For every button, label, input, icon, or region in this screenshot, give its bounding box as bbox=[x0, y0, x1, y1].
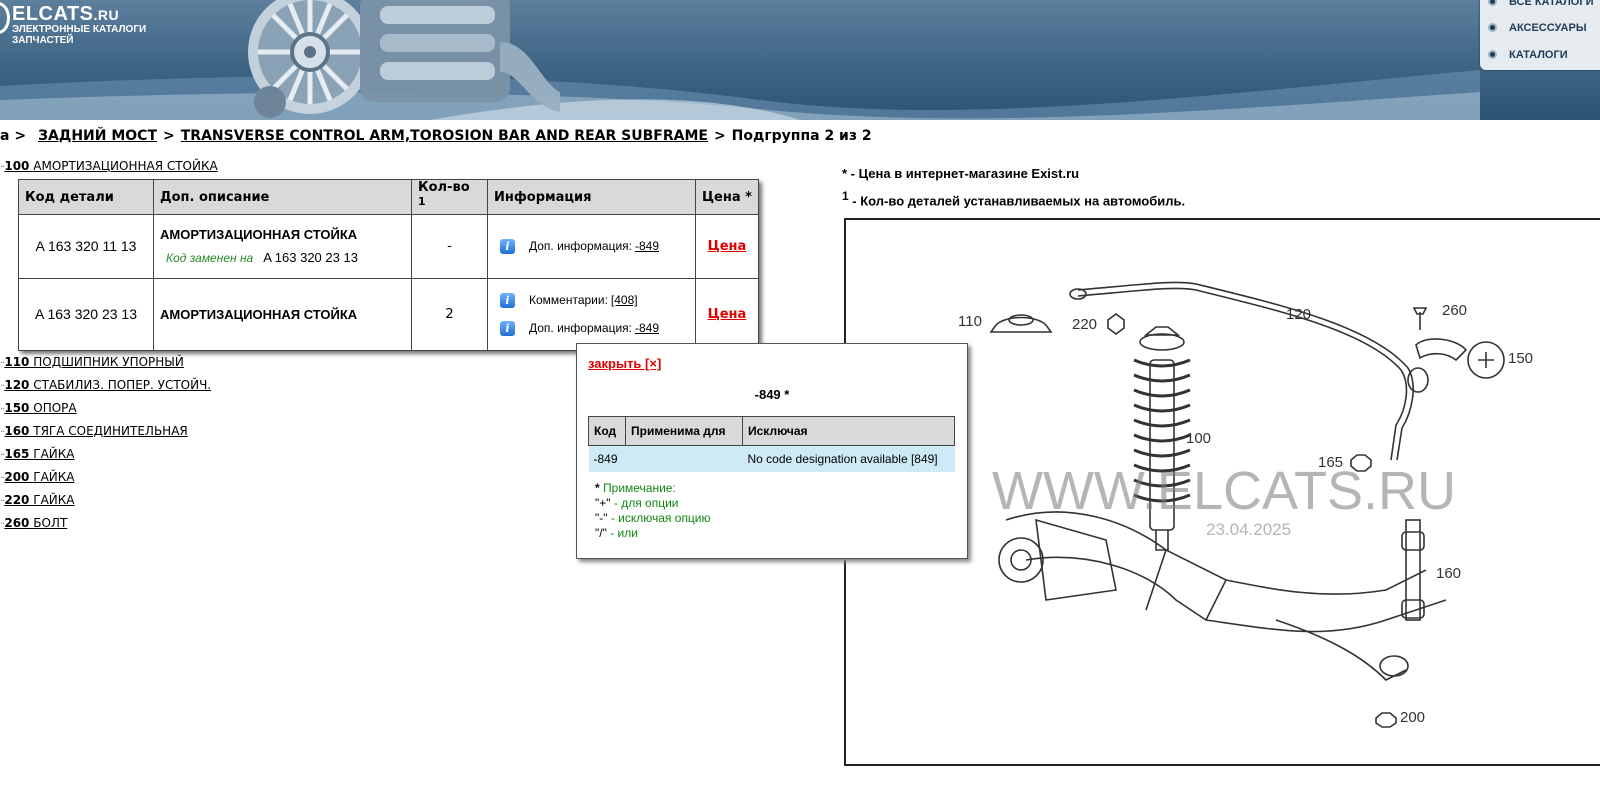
site-header: ELCATS.RU ЭЛЕКТРОННЫЕ КАТАЛОГИ ЗАПЧАСТЕЙ… bbox=[0, 0, 1600, 120]
breadcrumb-link-rear-axle[interactable]: ЗАДНИЙ МОСТ bbox=[38, 128, 157, 144]
subgroup-link-165[interactable]: 165 ГАЙКА bbox=[4, 447, 74, 461]
callout-120[interactable]: 120 bbox=[1286, 306, 1311, 323]
breadcrumb: a > ЗАДНИЙ МОСТ > TRANSVERSE CONTROL ARM,TO… bbox=[0, 128, 872, 144]
bullet-icon bbox=[1488, 50, 1497, 59]
top-navigation: ВСЕ КАТАЛОГИ АКСЕССУАРЫ КАТАЛОГИ bbox=[1480, 0, 1600, 70]
info-icon[interactable]: i bbox=[500, 292, 515, 308]
subgroup-link-220[interactable]: 220 ГАЙКА bbox=[4, 493, 74, 507]
topnav-item-all-catalogs[interactable]: ВСЕ КАТАЛОГИ bbox=[1488, 0, 1594, 12]
callout-200[interactable]: 200 bbox=[1400, 709, 1425, 726]
popup-table: Код Применима для Исключая -849 No code … bbox=[588, 416, 955, 472]
subgroup-item: ··200 ГАЙКА bbox=[0, 470, 75, 484]
comment-link-408[interactable]: [408] bbox=[611, 293, 638, 307]
callout-150[interactable]: 150 bbox=[1508, 350, 1533, 367]
subgroup-link-110[interactable]: 110 ПОДШИПНИК УПОРНЫЙ bbox=[4, 355, 184, 369]
bullet-icon bbox=[1488, 0, 1497, 6]
watermark: WWW.ELCATS.RU bbox=[992, 461, 1456, 521]
subgroup-item: ··110 ПОДШИПНИК УПОРНЫЙ bbox=[0, 355, 184, 369]
callout-100[interactable]: 100 bbox=[1186, 430, 1211, 447]
part-description: АМОРТИЗАЦИОННАЯ СТОЙКА Код заменен на A 1… bbox=[153, 214, 412, 279]
popup-table-header: Код Применима для Исключая bbox=[588, 416, 955, 446]
table-row: A 163 320 11 13 АМОРТИЗАЦИОННАЯ СТОЙКА К… bbox=[18, 214, 759, 279]
site-logo[interactable]: ELCATS.RU bbox=[12, 3, 119, 26]
topnav-item-accessories[interactable]: АКСЕССУАРЫ bbox=[1488, 22, 1587, 38]
col-header-code: Код детали bbox=[18, 178, 154, 216]
bullet-icon bbox=[1488, 23, 1497, 32]
col-header-price: Цена * bbox=[695, 178, 759, 216]
engine-image-icon bbox=[248, 0, 560, 118]
breadcrumb-link-group[interactable]: TRANSVERSE CONTROL ARM,TOROSION BAR AND … bbox=[181, 128, 708, 144]
col-header-desc: Доп. описание bbox=[153, 178, 412, 216]
table-row: A 163 320 23 13 АМОРТИЗАЦИОННАЯ СТОЙКА 2… bbox=[18, 277, 759, 352]
subgroup-item: ··220 ГАЙКА bbox=[0, 493, 75, 507]
callout-110[interactable]: 110 bbox=[958, 313, 982, 330]
topnav-item-catalogs[interactable]: КАТАЛОГИ bbox=[1488, 49, 1568, 65]
price-footnote: * - Цена в интернет-магазине Exist.ru bbox=[842, 166, 1080, 181]
subgroup-link-120[interactable]: 120 СТАБИЛИЗ. ПОПЕР. УСТОЙЧ. bbox=[4, 378, 211, 392]
part-info: i Доп. информация: -849 bbox=[487, 214, 696, 279]
subgroup-item: ··165 ГАЙКА bbox=[0, 447, 75, 461]
popup-table-row: -849 No code designation available [849] bbox=[588, 445, 955, 472]
qty-footnote: 1 - Кол-во деталей устанавливаемых на ав… bbox=[842, 189, 1186, 209]
info-icon[interactable]: i bbox=[500, 238, 515, 254]
part-price: Цена bbox=[695, 214, 759, 279]
subgroup-item: ··160 ТЯГА СОЕДИНИТЕЛЬНАЯ bbox=[0, 424, 188, 438]
part-qty: 2 bbox=[411, 277, 488, 352]
subgroup-item: ··260 БОЛТ bbox=[0, 516, 68, 530]
part-qty: - bbox=[411, 214, 488, 279]
site-logo-subtitle: ЭЛЕКТРОННЫЕ КАТАЛОГИ ЗАПЧАСТЕЙ bbox=[12, 24, 147, 46]
part-code: A 163 320 11 13 bbox=[18, 214, 154, 279]
price-link[interactable]: Цена bbox=[708, 239, 747, 254]
subgroup-item: ··120 СТАБИЛИЗ. ПОПЕР. УСТОЙЧ. bbox=[0, 378, 212, 392]
callout-220[interactable]: 220 bbox=[1072, 316, 1097, 333]
subgroup-link-150[interactable]: 150 ОПОРА bbox=[4, 401, 76, 415]
subgroup-link-160[interactable]: 160 ТЯГА СОЕДИНИТЕЛЬНАЯ bbox=[4, 424, 187, 438]
part-code: A 163 320 23 13 bbox=[18, 277, 154, 352]
part-price: Цена bbox=[695, 277, 759, 352]
price-link[interactable]: Цена bbox=[708, 307, 747, 322]
table-header-row: Код детали Доп. описание Кол-во 1 Информ… bbox=[18, 178, 759, 216]
subgroup-link-100[interactable]: 100 АМОРТИЗАЦИОННАЯ СТОЙКА bbox=[4, 159, 217, 173]
parts-table: Код детали Доп. описание Кол-во 1 Информ… bbox=[18, 178, 759, 352]
popup-legend: * Примечание: "+" - для опции "-" - искл… bbox=[595, 481, 711, 540]
subgroup-item: ··150 ОПОРА bbox=[0, 401, 77, 415]
subgroup-link-200[interactable]: 200 ГАЙКА bbox=[4, 470, 74, 484]
info-icon[interactable]: i bbox=[500, 320, 515, 336]
subgroup-item: ··100 АМОРТИЗАЦИОННАЯ СТОЙКА bbox=[0, 159, 218, 173]
col-header-qty: Кол-во 1 bbox=[411, 178, 488, 216]
col-header-info: Информация bbox=[487, 178, 696, 216]
info-popup: закрыть [×] -849 * Код Применима для Иск… bbox=[576, 343, 968, 559]
replacement-code[interactable]: A 163 320 23 13 bbox=[263, 250, 358, 265]
callout-260[interactable]: 260 bbox=[1442, 302, 1467, 319]
part-info: i Комментарии: [408] i Доп. информация: -849 bbox=[487, 277, 696, 352]
callout-160[interactable]: 160 bbox=[1436, 565, 1461, 582]
subgroup-link-260[interactable]: 260 БОЛТ bbox=[4, 516, 67, 530]
breadcrumb-current: Подгруппа 2 из 2 bbox=[731, 128, 872, 144]
part-description: АМОРТИЗАЦИОННАЯ СТОЙКА bbox=[153, 277, 412, 352]
watermark-date: 23.04.2025 bbox=[1206, 520, 1292, 539]
popup-title: -849 * bbox=[754, 387, 790, 402]
info-link-849[interactable]: -849 bbox=[635, 239, 659, 253]
info-link-849[interactable]: -849 bbox=[635, 321, 659, 335]
popup-close-button[interactable]: закрыть [×] bbox=[588, 356, 661, 371]
replacement-note: Код заменен на A 163 320 23 13 bbox=[166, 250, 358, 266]
